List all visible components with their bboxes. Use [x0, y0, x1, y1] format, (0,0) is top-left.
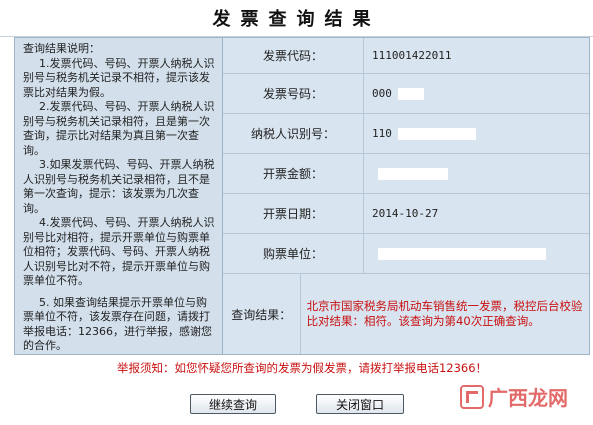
redaction-mask [378, 247, 546, 260]
buyer-label: 购票单位： [223, 234, 364, 273]
close-window-button[interactable]: 关闭窗口 [316, 394, 404, 414]
row-taxpayer-id: 纳税人识别号： 110 [223, 114, 589, 154]
watermark-text: 广西龙网 [488, 386, 568, 410]
amount-cell [364, 154, 448, 193]
result-value: 北京市国家税务局机动车销售统一发票，税控后台校验比对结果：相符。该查询为第40次… [306, 299, 583, 328]
row-invoice-number: 发票号码： 000 [223, 74, 589, 114]
redaction-mask [397, 127, 476, 140]
invoice-code-label: 发票代码： [223, 38, 364, 73]
watermark: 广西龙网 [460, 382, 568, 411]
explanation-item-4: 4.发票代码、号码、开票人纳税人识别号比对相符，提示开票单位与购票单位相符；发票… [23, 216, 215, 287]
explanation-panel: 查询结果说明： 1.发票代码、号码、开票人纳税人识别号与税务机关记录不相符，提示… [15, 38, 223, 354]
report-notice: 举报须知：如您怀疑您所查询的发票为假发票，请拨打举报电话12366！ [116, 361, 488, 375]
row-buyer: 购票单位： [223, 234, 589, 274]
explanation-item-1: 1.发票代码、号码、开票人纳税人识别号与税务机关记录不相符，提示该发票比对结果为… [23, 56, 215, 99]
taxpayer-id-value: 110 [372, 127, 392, 140]
result-panel: 查询结果说明： 1.发票代码、号码、开票人纳税人识别号与税务机关记录不相符，提示… [14, 37, 590, 355]
row-amount: 开票金额： [223, 154, 589, 194]
redaction-mask [378, 167, 448, 180]
date-label: 开票日期： [223, 194, 364, 233]
explanation-item-5: 5. 如果查询结果提示开票单位与购票单位不符，该发票存在问题，请拨打举报电话：1… [23, 295, 212, 353]
row-invoice-code: 发票代码： 111001422011 [223, 38, 589, 74]
result-label: 查询结果： [223, 274, 301, 354]
continue-query-button[interactable]: 继续查询 [190, 394, 276, 414]
page-title: 发票查询结果 [212, 9, 381, 30]
explanation-item-3: 3.如果发票代码、号码、开票人纳税人识别号与税务机关记录相符，且不是第一次查询，… [23, 158, 215, 215]
title-bar: 发票查询结果 [0, 0, 593, 37]
watermark-logo-icon [460, 384, 484, 409]
explanation-heading: 查询结果说明： [23, 42, 100, 55]
buyer-cell [364, 234, 546, 273]
invoice-number-label: 发票号码： [223, 74, 364, 113]
redaction-mask [397, 87, 424, 100]
explanation-item-2: 2.发票代码、号码、开票人纳税人识别号与税务机关记录相符，且是第一次查询，提示比… [23, 100, 215, 157]
amount-label: 开票金额： [223, 154, 364, 193]
date-value: 2014-10-27 [372, 207, 439, 220]
taxpayer-id-label: 纳税人识别号： [223, 114, 364, 153]
row-date: 开票日期： 2014-10-27 [223, 194, 589, 234]
taxpayer-id-cell: 110 [364, 114, 476, 153]
invoice-number-value: 000 [372, 87, 392, 100]
field-table: 发票代码： 111001422011 发票号码： 000 纳税人识别号： 110… [223, 38, 589, 354]
row-result: 查询结果： 北京市国家税务局机动车销售统一发票，税控后台校验比对结果：相符。该查… [223, 274, 589, 354]
invoice-number-cell: 000 [364, 74, 424, 113]
invoice-code-value: 111001422011 [372, 49, 452, 62]
